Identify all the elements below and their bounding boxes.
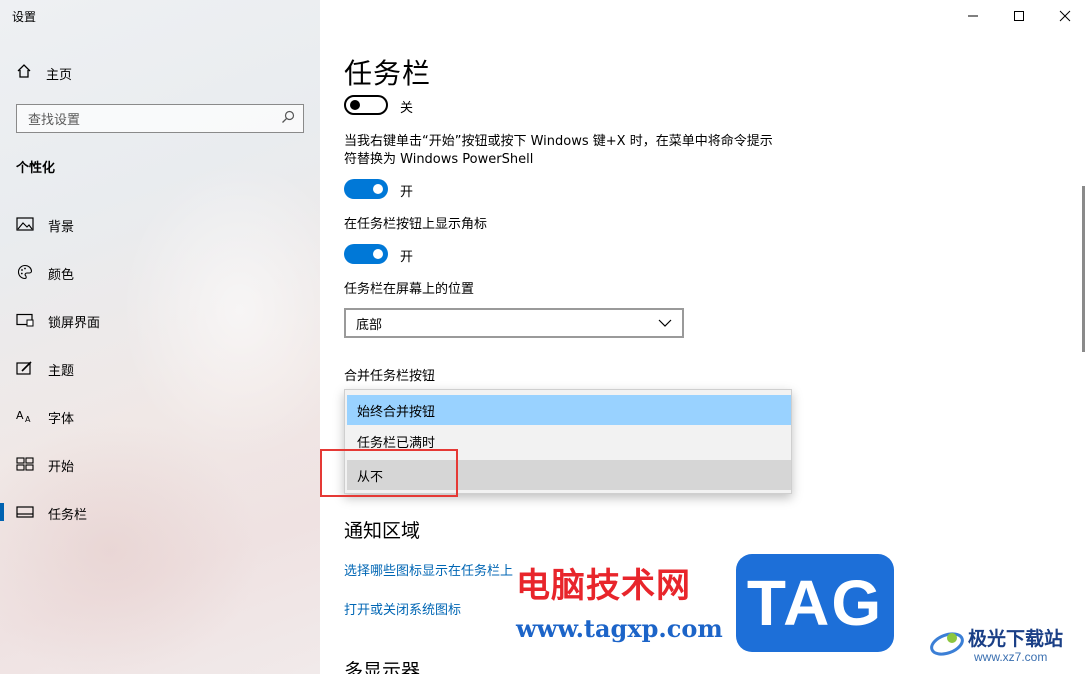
powershell-description: 当我右键单击“开始”按钮或按下 Windows 键+X 时，在菜单中将命令提示符… bbox=[344, 134, 773, 167]
sidebar-item-label: 颜色 bbox=[48, 268, 75, 283]
svg-text:A: A bbox=[16, 409, 24, 422]
sidebar-item-start[interactable]: 开始 bbox=[0, 449, 320, 479]
system-icons-link[interactable]: 打开或关闭系统图标 bbox=[344, 599, 461, 618]
powershell-toggle-state: 开 bbox=[400, 185, 414, 200]
sidebar: 设置 主页 查找设置 个性化 背景 颜色 锁屏界面 主题 A A 字体 开始 任… bbox=[0, 0, 320, 674]
theme-icon bbox=[16, 360, 34, 376]
sidebar-item-lock-screen[interactable]: 锁屏界面 bbox=[0, 305, 320, 335]
select-icons-link[interactable]: 选择哪些图标显示在任务栏上 bbox=[344, 560, 513, 579]
combine-option-always[interactable]: 始终合并按钮 bbox=[347, 395, 791, 425]
combine-label: 合并任务栏按钮 bbox=[344, 369, 436, 384]
sidebar-item-label: 锁屏界面 bbox=[48, 316, 101, 331]
aurora-logo-icon bbox=[928, 622, 966, 660]
sidebar-item-label: 主题 bbox=[48, 364, 75, 379]
font-icon: AA bbox=[16, 408, 34, 424]
badges-toggle[interactable] bbox=[344, 244, 388, 264]
sidebar-item-label: 开始 bbox=[48, 460, 75, 475]
sidebar-item-background[interactable]: 背景 bbox=[0, 209, 320, 239]
sidebar-item-themes[interactable]: 主题 bbox=[0, 353, 320, 383]
home-icon bbox=[16, 63, 32, 83]
badges-label: 在任务栏按钮上显示角标 bbox=[344, 217, 488, 232]
position-value: 底部 bbox=[356, 317, 383, 333]
position-label: 任务栏在屏幕上的位置 bbox=[344, 282, 475, 297]
app-title: 设置 bbox=[12, 10, 37, 24]
sidebar-section-title: 个性化 bbox=[16, 161, 56, 176]
position-dropdown[interactable]: 底部 bbox=[344, 308, 684, 338]
sidebar-item-colors[interactable]: 颜色 bbox=[0, 257, 320, 287]
taskbar-icon bbox=[16, 504, 34, 520]
toggle-1-state: 关 bbox=[400, 101, 414, 116]
watermark-url: www.tagxp.com bbox=[516, 614, 723, 643]
sidebar-item-label: 字体 bbox=[48, 412, 75, 427]
toggle-knob bbox=[350, 100, 360, 110]
toggle-switch-1[interactable] bbox=[344, 95, 388, 115]
home-label: 主页 bbox=[46, 67, 73, 83]
watermark-text: 电脑技术网 bbox=[516, 566, 691, 606]
scrollbar[interactable] bbox=[1082, 186, 1085, 352]
selected-indicator bbox=[0, 503, 4, 521]
palette-icon bbox=[16, 264, 34, 280]
search-box[interactable]: 查找设置 bbox=[16, 104, 304, 133]
watermark-site-url: www.xz7.com bbox=[974, 650, 1048, 664]
sidebar-item-taskbar[interactable]: 任务栏 bbox=[0, 497, 320, 527]
sidebar-item-label: 任务栏 bbox=[48, 508, 88, 523]
search-input[interactable]: 查找设置 bbox=[28, 109, 281, 128]
powershell-toggle[interactable] bbox=[344, 179, 388, 199]
page-title: 任务栏 bbox=[344, 57, 432, 90]
toggle-knob bbox=[373, 184, 383, 194]
home-nav-item[interactable]: 主页 bbox=[16, 63, 72, 83]
watermark-tag-logo: TAG bbox=[736, 554, 894, 652]
annotation-highlight-box bbox=[320, 449, 458, 497]
search-icon[interactable] bbox=[281, 109, 295, 128]
lock-screen-icon bbox=[16, 312, 34, 328]
multi-display-heading: 多显示器 bbox=[344, 660, 421, 674]
image-icon bbox=[16, 216, 34, 232]
sidebar-item-fonts[interactable]: AA 字体 bbox=[0, 401, 320, 431]
toggle-knob bbox=[373, 249, 383, 259]
main-content: 任务栏 关 当我右键单击“开始”按钮或按下 Windows 键+X 时，在菜单中… bbox=[344, 0, 1064, 674]
badges-toggle-state: 开 bbox=[400, 250, 414, 265]
start-icon bbox=[16, 456, 34, 472]
svg-text:A: A bbox=[25, 415, 31, 424]
watermark-site-name: 极光下载站 bbox=[968, 628, 1064, 650]
notification-area-heading: 通知区域 bbox=[344, 520, 421, 542]
sidebar-item-label: 背景 bbox=[48, 220, 75, 235]
chevron-down-icon bbox=[658, 316, 672, 331]
